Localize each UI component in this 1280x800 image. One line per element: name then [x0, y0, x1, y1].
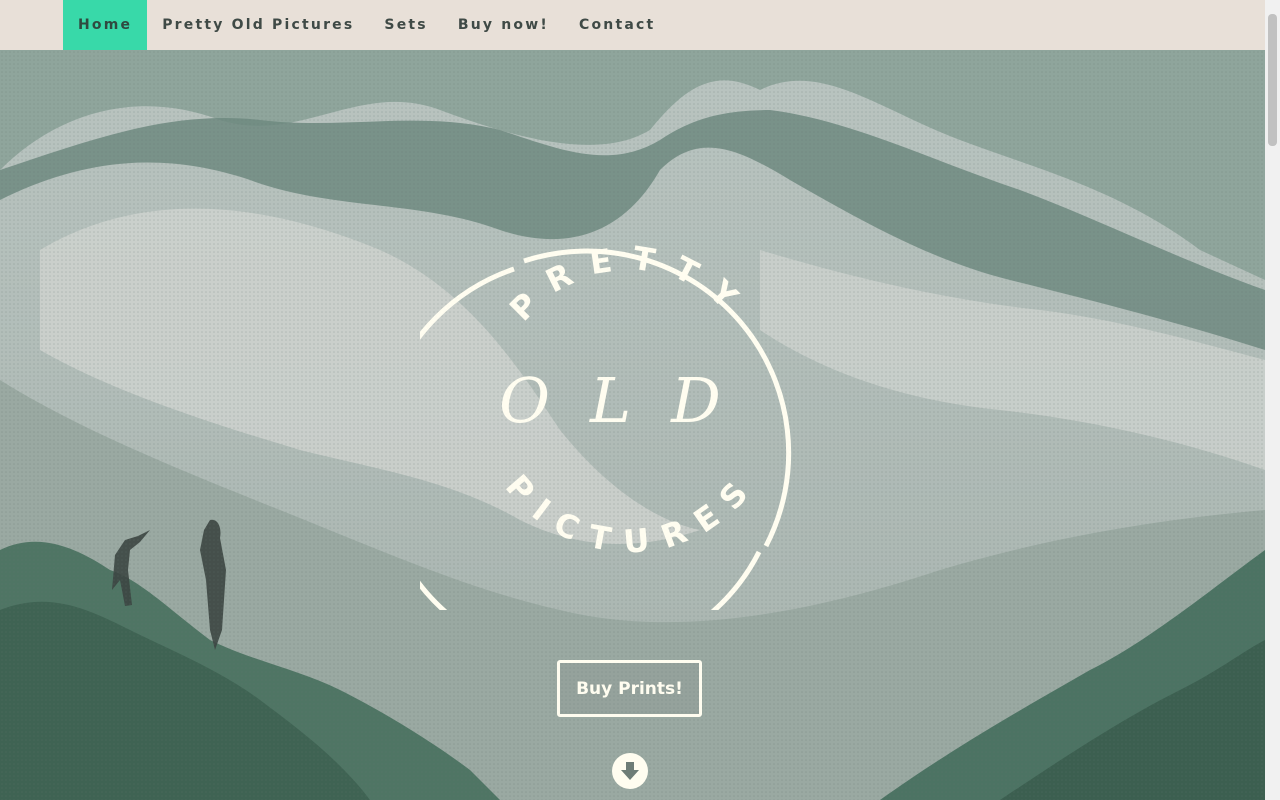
logo-bottom-text: PICTURES — [498, 467, 752, 561]
nav-item-buy-now[interactable]: Buy now! — [443, 0, 564, 50]
pretty-old-pictures-logo: PRETTY PICTURES OLD — [420, 239, 792, 610]
logo-top-text: PRETTY — [502, 239, 740, 329]
svg-text:PICTURES: PICTURES — [498, 467, 762, 561]
top-navbar: Home Pretty Old Pictures Sets Buy now! C… — [0, 0, 1265, 50]
buy-prints-button[interactable]: Buy Prints! — [557, 660, 702, 717]
logo-ring-left — [420, 266, 762, 610]
svg-text:PRETTY: PRETTY — [502, 239, 758, 329]
page-scrollbar[interactable] — [1265, 0, 1280, 800]
nav-list: Home Pretty Old Pictures Sets Buy now! C… — [63, 0, 670, 50]
nav-item-pretty-old-pictures[interactable]: Pretty Old Pictures — [147, 0, 369, 50]
scrollbar-thumb[interactable] — [1268, 14, 1277, 146]
scroll-down-button[interactable] — [612, 753, 648, 789]
nav-item-sets[interactable]: Sets — [369, 0, 442, 50]
nav-item-contact[interactable]: Contact — [564, 0, 670, 50]
hero-section: PRETTY PICTURES OLD Buy Prints! — [0, 50, 1265, 800]
arrow-down-circle-icon — [621, 762, 639, 780]
nav-item-home[interactable]: Home — [63, 0, 148, 50]
logo-middle-text: OLD — [499, 364, 761, 437]
